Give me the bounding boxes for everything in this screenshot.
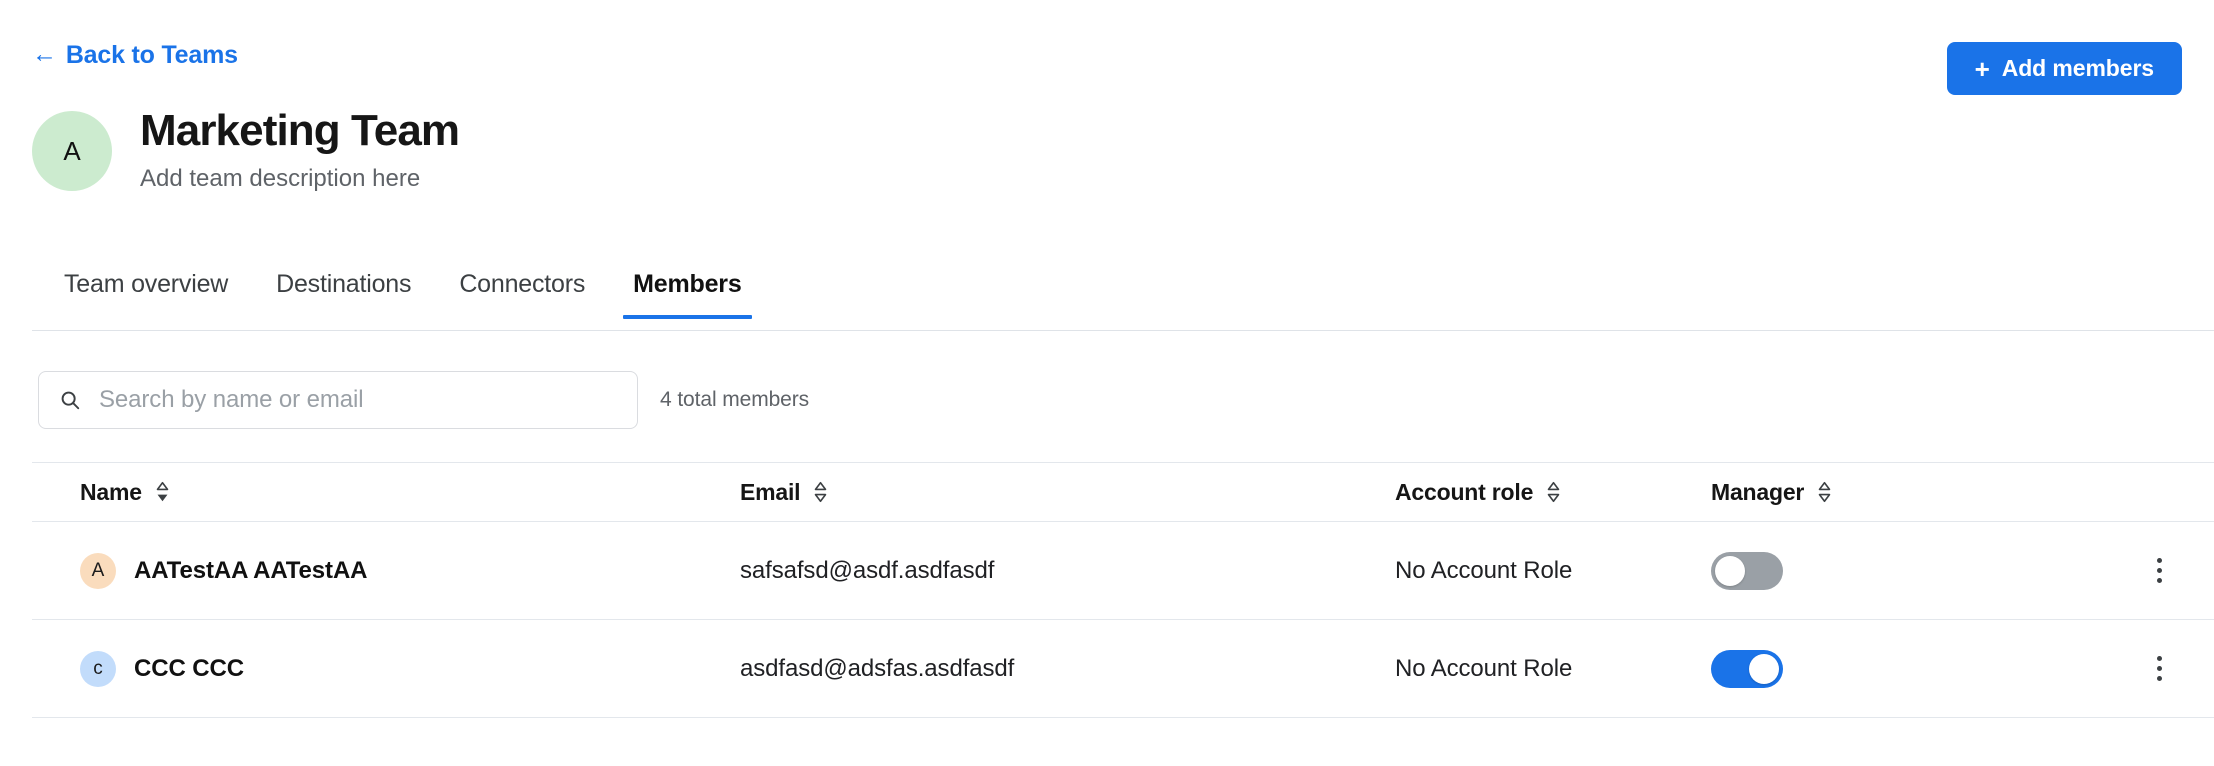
search-icon [61,391,80,410]
toggle-knob [1715,555,1745,586]
member-account-role: No Account Role [1395,556,1573,584]
tab-bar-divider [32,330,2214,331]
avatar-letter: c [93,657,103,679]
column-header-manager[interactable]: Manager [1711,478,1831,505]
tab-connectors[interactable]: Connectors [435,272,609,319]
member-email: safsafsd@asdf.asdfasdf [740,556,995,584]
members-page: ← Back to Teams + Add members A Marketin… [0,0,2214,766]
avatar: A [80,552,116,589]
back-to-teams-link[interactable]: ← Back to Teams [32,40,238,69]
search-box[interactable] [38,371,638,429]
tab-bar: Team overview Destinations Connectors Me… [32,272,766,319]
table-row[interactable]: c CCC CCC asdfasd@adsfas.asdfasdf No Acc… [32,620,2214,718]
team-avatar: A [32,111,112,191]
member-name: AATestAA AATestAA [134,556,368,584]
manager-toggle[interactable] [1711,551,1783,590]
column-header-name-label: Name [80,478,142,505]
sort-none-icon [815,481,827,503]
member-account-role: No Account Role [1395,654,1573,682]
column-header-email[interactable]: Email [740,478,827,505]
tab-destinations[interactable]: Destinations [252,272,435,319]
column-header-email-label: Email [740,478,801,505]
team-header: A Marketing Team Add team description he… [32,106,460,194]
toggle-knob [1749,653,1779,684]
members-toolbar: 4 total members [38,371,809,429]
total-members-count: 4 total members [660,388,810,411]
search-input[interactable] [97,385,617,415]
tab-team-overview[interactable]: Team overview [32,272,252,319]
back-to-teams-label: Back to Teams [65,41,238,69]
page-title: Marketing Team [140,106,460,155]
avatar-letter: A [91,559,105,581]
members-table: Name Email Account role Manager A AATest… [32,462,2214,718]
add-members-button[interactable]: + Add members [1946,42,2182,95]
sort-none-icon [1547,481,1560,503]
column-header-name[interactable]: Name [80,478,169,505]
team-meta: Marketing Team Add team description here [140,106,460,194]
column-header-manager-label: Manager [1711,478,1805,505]
team-avatar-letter: A [63,135,81,166]
tab-members[interactable]: Members [609,272,765,319]
kebab-menu-icon[interactable] [2144,652,2174,686]
sort-none-icon [1818,481,1831,503]
team-description[interactable]: Add team description here [140,165,459,194]
manager-toggle[interactable] [1711,649,1783,688]
kebab-menu-icon[interactable] [2144,554,2174,588]
add-members-label: Add members [2001,55,2154,81]
column-header-account-role[interactable]: Account role [1395,478,1560,505]
plus-icon: + [1974,53,1990,84]
table-row[interactable]: A AATestAA AATestAA safsafsd@asdf.asdfas… [32,522,2214,620]
member-email: asdfasd@adsfas.asdfasdf [740,654,1015,682]
member-name: CCC CCC [134,654,244,682]
avatar: c [80,650,116,687]
column-header-account-role-label: Account role [1395,478,1534,505]
arrow-left-icon: ← [32,40,57,68]
table-header-row: Name Email Account role Manager [32,462,2214,522]
sort-descending-icon [156,481,169,502]
